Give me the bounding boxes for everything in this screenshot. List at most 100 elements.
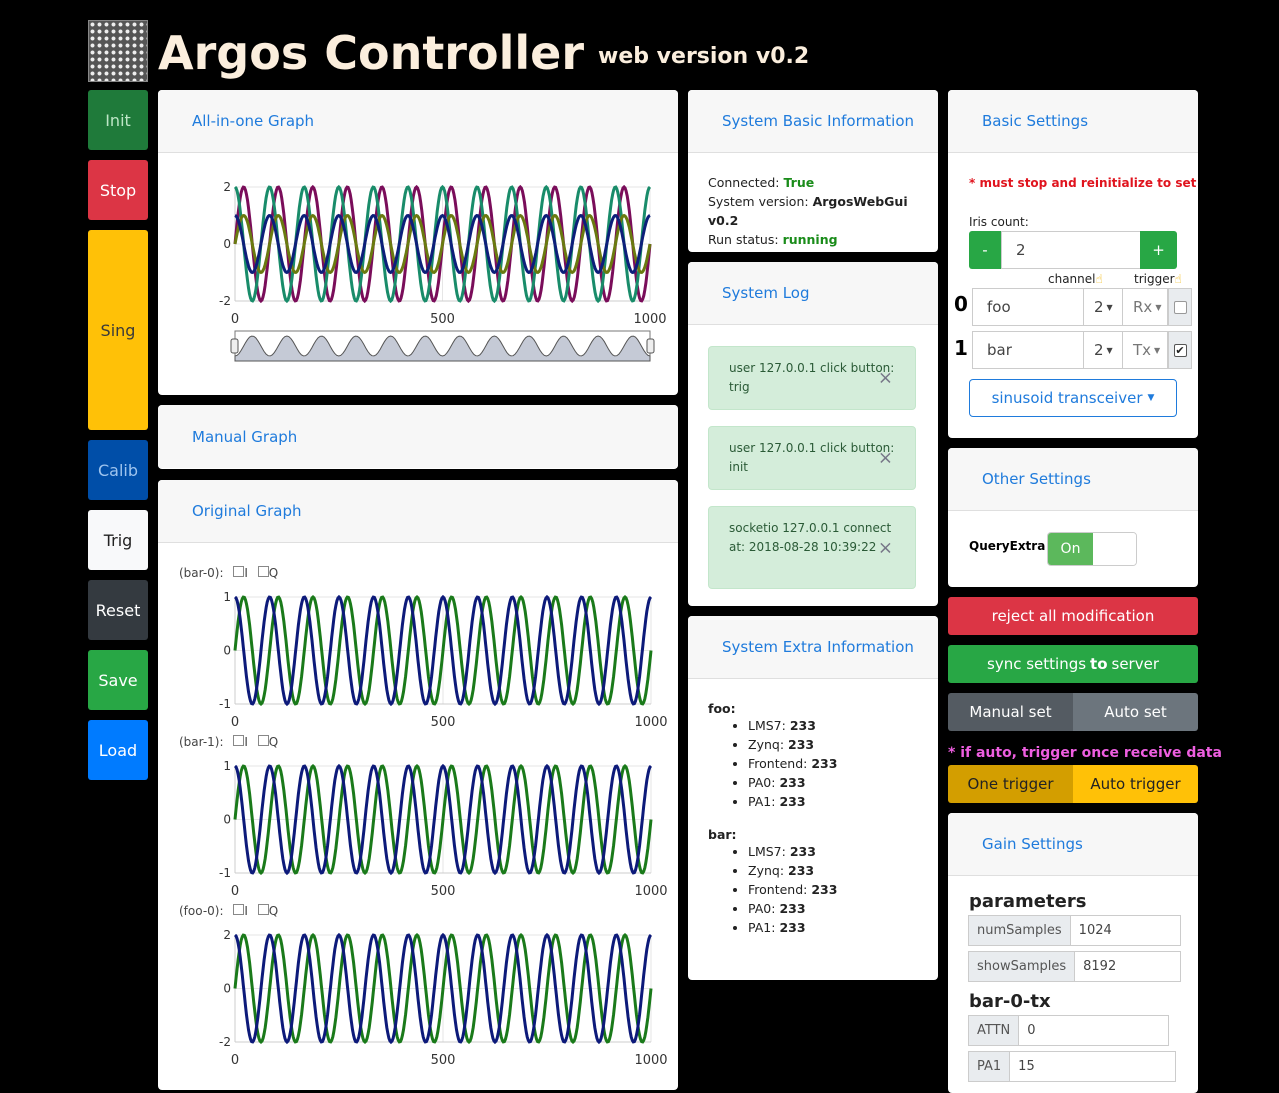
status-value: running [782, 232, 838, 247]
extra-info-title[interactable]: System Extra Information [688, 616, 938, 679]
version-row: System version: ArgosWebGui v0.2 [708, 192, 918, 230]
y-tick-label: 0 [223, 982, 231, 996]
trig-button[interactable]: Trig [88, 510, 148, 570]
direction-select[interactable]: Tx ▼ [1122, 331, 1168, 369]
close-icon[interactable]: × [878, 538, 893, 557]
basic-settings-title[interactable]: Basic Settings [948, 90, 1198, 153]
num-samples-input[interactable]: 1024 [1070, 915, 1181, 946]
one-trigger-button[interactable]: One trigger [948, 765, 1073, 803]
trigger-checkbox[interactable] [1173, 300, 1187, 314]
toggle-knob [1093, 533, 1136, 565]
close-icon[interactable]: × [878, 449, 893, 468]
x-tick-label: 500 [431, 884, 456, 899]
i-checkbox[interactable] [233, 904, 245, 915]
gain-settings-title[interactable]: Gain Settings [948, 813, 1198, 876]
x-tick-label: 0 [231, 715, 239, 730]
iris-increment-button[interactable]: + [1140, 231, 1177, 269]
status-row: Run status: running [708, 230, 918, 249]
y-tick-label: 1 [223, 590, 231, 604]
caret-down-icon: ▼ [1106, 345, 1113, 355]
list-item: LMS7: 233 [748, 842, 918, 861]
y-tick-label: -1 [219, 866, 231, 880]
param-key: numSamples [968, 915, 1071, 946]
close-icon[interactable]: × [878, 369, 893, 388]
channel-select[interactable]: 2 ▼ [1083, 331, 1123, 369]
bar-0-chart: 10-10 500 1000 [219, 590, 668, 730]
manual-graph-card: Manual Graph [158, 405, 678, 469]
auto-set-button[interactable]: Auto set [1073, 693, 1198, 731]
extra-info-card: System Extra Information foo: LMS7: 233 … [688, 616, 938, 980]
sync-settings-button[interactable]: sync settings to server [948, 645, 1198, 683]
init-button[interactable]: Init [88, 90, 148, 150]
hand-pointer-icon: ☝ [1174, 272, 1182, 286]
reject-all-button[interactable]: reject all modification [948, 597, 1198, 635]
log-entry-text: user 127.0.0.1 click button: trig [729, 361, 895, 394]
other-settings-title[interactable]: Other Settings [948, 448, 1198, 511]
attn-input[interactable]: 0 [1019, 1015, 1170, 1046]
device-name-input[interactable]: bar [972, 331, 1084, 369]
all-in-one-card: All-in-one Graph 2 0 -2 0 500 1000 [158, 90, 678, 395]
range-handle-right [646, 338, 655, 354]
device-name-input[interactable]: foo [972, 288, 1084, 326]
sing-button[interactable]: Sing [88, 230, 148, 430]
list-item: PA1: 233 [748, 792, 918, 811]
manual-graph-title[interactable]: Manual Graph [158, 405, 678, 468]
x-tick-label: 1000 [633, 312, 666, 327]
direction-select[interactable]: Rx ▼ [1122, 288, 1168, 326]
iris-decrement-button[interactable]: - [969, 231, 1001, 269]
log-entry: user 127.0.0.1 click button: trig × [708, 346, 916, 410]
log-entry-text: socketio 127.0.0.1 connect at: 2018-08-2… [729, 521, 892, 554]
trigger-cell [1168, 288, 1192, 326]
param-attn: ATTN 0 [968, 1015, 1170, 1046]
gain-settings-card: Gain Settings parameters numSamples 1024… [948, 813, 1198, 1093]
q-checkbox[interactable] [257, 735, 269, 746]
foo-0-chart: 20-20 500 1000 [219, 928, 668, 1068]
manual-set-button[interactable]: Manual set [948, 693, 1073, 731]
param-show-samples: showSamples 8192 [968, 951, 1182, 982]
load-button[interactable]: Load [88, 720, 148, 780]
pa1-input[interactable]: 15 [1010, 1051, 1177, 1082]
trigger-checkbox-checked[interactable]: ✔ [1173, 343, 1187, 357]
show-samples-input[interactable]: 8192 [1075, 951, 1182, 982]
iris-count-input[interactable]: 2 [1001, 231, 1141, 269]
app-title: Argos Controller [158, 26, 585, 80]
reset-button[interactable]: Reset [88, 580, 148, 640]
iris-count-label: Iris count: [969, 215, 1029, 229]
system-info-title[interactable]: System Basic Information [688, 90, 938, 153]
y-tick-label: 0 [223, 237, 231, 251]
other-settings-card: Other Settings QueryExtra On [948, 448, 1198, 587]
caret-down-icon: ▼ [1154, 345, 1161, 355]
basic-settings-card: Basic Settings * must stop and reinitial… [948, 90, 1198, 438]
q-checkbox[interactable] [257, 904, 269, 915]
q-checkbox[interactable] [257, 566, 269, 577]
save-button[interactable]: Save [88, 650, 148, 710]
row-index: 1 [954, 336, 968, 360]
x-tick-label: 0 [231, 884, 239, 899]
all-in-one-title[interactable]: All-in-one Graph [158, 90, 678, 153]
y-tick-label: 1 [223, 759, 231, 773]
x-tick-label: 1000 [634, 884, 667, 899]
system-log-title[interactable]: System Log [688, 262, 938, 325]
device-name-foo: foo: [708, 701, 736, 716]
mode-dropdown[interactable]: sinusoid transceiver ▼ [969, 379, 1177, 417]
auto-trigger-button[interactable]: Auto trigger [1073, 765, 1198, 803]
param-pa1: PA1 15 [968, 1051, 1177, 1082]
channel-select[interactable]: 2 ▼ [1083, 288, 1123, 326]
log-entry: socketio 127.0.0.1 connect at: 2018-08-2… [708, 506, 916, 589]
connected-row: Connected: True [708, 173, 918, 192]
i-checkbox[interactable] [233, 735, 245, 746]
param-key: PA1 [968, 1051, 1011, 1082]
x-tick-label: 500 [431, 715, 456, 730]
log-entry: user 127.0.0.1 click button: init × [708, 426, 916, 490]
foo-0-label: (foo-0): I Q [179, 904, 279, 918]
i-checkbox[interactable] [233, 566, 245, 577]
calib-button[interactable]: Calib [88, 440, 148, 500]
list-item: Zynq: 233 [748, 861, 918, 880]
auto-trigger-note: * if auto, trigger once receive data [948, 745, 1222, 761]
stop-button[interactable]: Stop [88, 160, 148, 220]
original-graph-title[interactable]: Original Graph [158, 480, 678, 543]
caret-down-icon: ▼ [1155, 302, 1162, 312]
query-extra-toggle[interactable]: On [1047, 532, 1137, 566]
connected-label: Connected: [708, 175, 780, 190]
trigger-cell: ✔ [1168, 331, 1192, 369]
